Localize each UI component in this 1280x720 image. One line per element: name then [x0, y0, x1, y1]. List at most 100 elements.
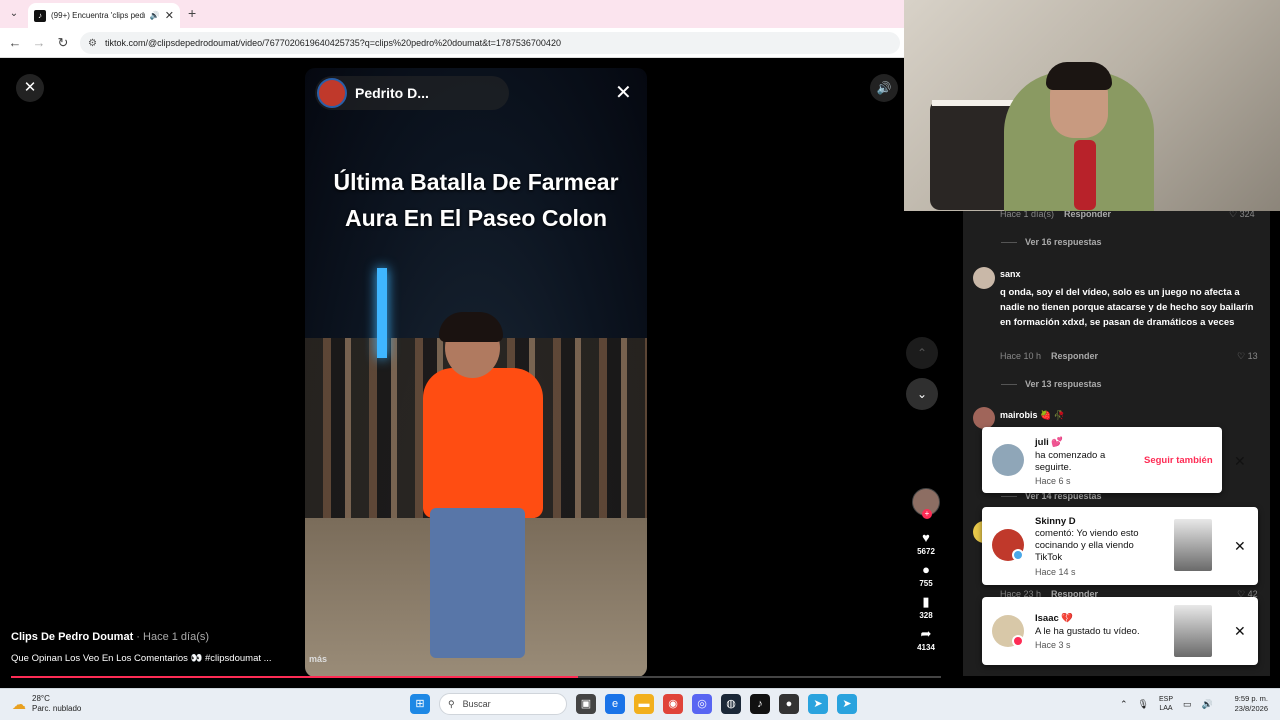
taskbar-search[interactable]: ⚲ Buscar — [439, 693, 567, 715]
avatar[interactable] — [973, 267, 995, 289]
video-thumbnail[interactable] — [1174, 519, 1212, 571]
steam-icon[interactable]: ◍ — [721, 694, 741, 714]
video-author-line: Clips De Pedro Doumat · Hace 1 día(s) — [11, 631, 209, 643]
tab-dropdown-icon[interactable]: ⌄ — [6, 6, 22, 22]
reply-button[interactable]: Responder — [1051, 351, 1098, 361]
video-thumbnail[interactable] — [1174, 605, 1212, 657]
creator-avatar[interactable] — [317, 78, 347, 108]
close-icon[interactable]: ✕ — [1234, 538, 1246, 555]
view-replies-button[interactable]: Ver 13 respuestas — [1001, 379, 1102, 389]
video-creator-header[interactable]: Pedrito D... — [315, 76, 509, 110]
tab-close-icon[interactable]: ✕ — [165, 9, 174, 22]
video-dancer-jeans — [430, 508, 525, 658]
comment-meta: Hace 1 día(s) Responder — [1000, 211, 1111, 219]
system-tray: ⌃ 🎙 ESP LAA ▭ 🔊 — [1120, 695, 1213, 713]
tab-title: (99+) Encuentra 'clips pedro... — [51, 11, 145, 20]
close-icon[interactable]: ✕ — [1234, 453, 1246, 470]
weather-widget[interactable]: ☁ 28°C Parc. nublado — [12, 694, 81, 714]
new-tab-button[interactable]: + — [188, 5, 196, 21]
volume-icon[interactable]: 🔊 — [870, 74, 898, 102]
follow-plus-icon[interactable]: + — [922, 509, 932, 519]
close-icon[interactable]: ✕ — [615, 80, 632, 105]
comment-text: q onda, soy el del vídeo, solo es un jue… — [1000, 287, 1254, 328]
tiktok-favicon-icon: ♪ — [34, 9, 46, 22]
taskbar: ☁ 28°C Parc. nublado ⊞ ⚲ Buscar ▣ e ▬ ◉ … — [0, 688, 1280, 720]
avatar[interactable] — [992, 444, 1024, 476]
weather-text: 28°C Parc. nublado — [32, 694, 81, 714]
save-button[interactable]: ▮ 328 — [908, 594, 944, 620]
creator-name[interactable]: Pedrito D... — [355, 85, 429, 101]
speaker-icon[interactable]: 🔊 — [1202, 699, 1213, 710]
reply-button[interactable]: Responder — [1064, 211, 1111, 219]
forward-icon[interactable]: → — [30, 34, 48, 52]
webcam-hair — [1046, 62, 1112, 90]
notification-time: Hace 14 s — [1035, 567, 1076, 577]
video-player[interactable]: Pedrito D... ✕ Última Batalla De Farmear… — [305, 68, 647, 677]
url-text: tiktok.com/@clipsdepedrodoumat/video/767… — [104, 38, 561, 48]
back-icon[interactable]: ← — [6, 34, 24, 52]
taskbar-apps: ⊞ ⚲ Buscar ▣ e ▬ ◉ ◎ ◍ ♪ ● ➤ ➤ — [410, 693, 857, 715]
notification-user[interactable]: juli 💕 — [1035, 437, 1063, 448]
like-button[interactable]: ♥ 5672 — [908, 530, 944, 556]
comment-like[interactable]: ♡ 324 — [1229, 211, 1255, 220]
notification-user[interactable]: Skinny D — [1035, 516, 1076, 527]
video-dancer-shirt — [423, 368, 543, 518]
avatar[interactable] — [973, 407, 995, 429]
address-bar[interactable]: ⚙ tiktok.com/@clipsdepedrodoumat/video/7… — [80, 32, 900, 54]
close-video-button[interactable]: ✕ — [16, 74, 44, 102]
notification-like[interactable]: Isaac 💔 A le ha gustado tu vídeo. Hace 3… — [982, 597, 1258, 665]
chrome-icon[interactable]: ◉ — [663, 694, 683, 714]
notification-message: ha comenzado a seguirte. — [1035, 450, 1106, 473]
telegram-alt-icon[interactable]: ➤ — [837, 694, 857, 714]
comment-like[interactable]: ♡ 13 — [1237, 351, 1258, 362]
close-icon[interactable]: ✕ — [1234, 623, 1246, 640]
comment-username[interactable]: mairobis 🍓 🥀 — [1000, 410, 1065, 421]
microphone-icon[interactable]: 🎙 — [1138, 699, 1149, 710]
windows-start-icon[interactable]: ⊞ — [410, 694, 430, 714]
weather-desc: Parc. nublado — [32, 704, 82, 713]
search-icon: ⚲ — [448, 698, 455, 709]
comment-button[interactable]: ● 755 — [908, 562, 944, 588]
task-view-icon[interactable]: ▣ — [576, 694, 596, 714]
reload-icon[interactable]: ↻ — [54, 34, 72, 52]
chevron-up-icon[interactable]: ⌃ — [906, 337, 938, 369]
heart-icon: ♥ — [922, 530, 930, 545]
view-replies-button[interactable]: Ver 16 respuestas — [1001, 237, 1102, 247]
follow-back-button[interactable]: Seguir también — [1144, 455, 1213, 466]
speaker-icon[interactable]: 🔊 — [150, 11, 160, 20]
heart-badge-icon — [1012, 635, 1024, 647]
display-icon[interactable]: ▭ — [1183, 699, 1192, 710]
more-link[interactable]: más — [309, 654, 327, 664]
comment-meta: Hace 10 h Responder — [1000, 351, 1098, 361]
save-count: 328 — [919, 611, 933, 620]
notification-message: A le ha gustado tu vídeo. — [1035, 626, 1140, 637]
browser-tab[interactable]: ♪ (99+) Encuentra 'clips pedro... 🔊 ✕ — [28, 3, 180, 28]
avatar[interactable]: + — [912, 488, 940, 519]
video-description: Que Opinan Los Veo En Los Comentarios 👀 … — [11, 653, 272, 664]
tiktok-icon[interactable]: ♪ — [750, 694, 770, 714]
file-explorer-icon[interactable]: ▬ — [634, 694, 654, 714]
like-count: 5672 — [917, 547, 935, 556]
chevron-up-icon[interactable]: ⌃ — [1120, 699, 1128, 710]
notification-follow[interactable]: juli 💕 ha comenzado a seguirte. Hace 6 s… — [982, 427, 1246, 493]
edge-icon[interactable]: e — [605, 694, 625, 714]
author-name[interactable]: Clips De Pedro Doumat — [11, 631, 133, 643]
system-clock[interactable]: 9:59 p. m. 23/8/2026 — [1228, 694, 1268, 714]
chevron-down-icon[interactable]: ⌄ — [906, 378, 938, 410]
share-icon: ➦ — [920, 626, 932, 641]
obs-icon[interactable]: ● — [779, 694, 799, 714]
notification-message: comentó: Yo viendo esto cocinando y ella… — [1035, 528, 1139, 563]
comment-username[interactable]: sanx — [1000, 269, 1021, 279]
share-button[interactable]: ➦ 4134 — [908, 626, 944, 652]
video-overlay-title: Última Batalla De Farmear Aura En El Pas… — [333, 169, 619, 231]
share-count: 4134 — [917, 643, 935, 652]
video-progress-bar[interactable] — [11, 676, 941, 678]
site-settings-icon[interactable]: ⚙ — [88, 38, 97, 49]
notification-user[interactable]: Isaac 💔 — [1035, 613, 1073, 624]
comment-like-count: 13 — [1247, 351, 1258, 361]
language-indicator[interactable]: ESP LAA — [1159, 695, 1173, 713]
discord-icon[interactable]: ◎ — [692, 694, 712, 714]
lang-line-1: ESP — [1158, 696, 1173, 703]
notification-comment[interactable]: Skinny D comentó: Yo viendo esto cocinan… — [982, 507, 1258, 585]
telegram-icon[interactable]: ➤ — [808, 694, 828, 714]
